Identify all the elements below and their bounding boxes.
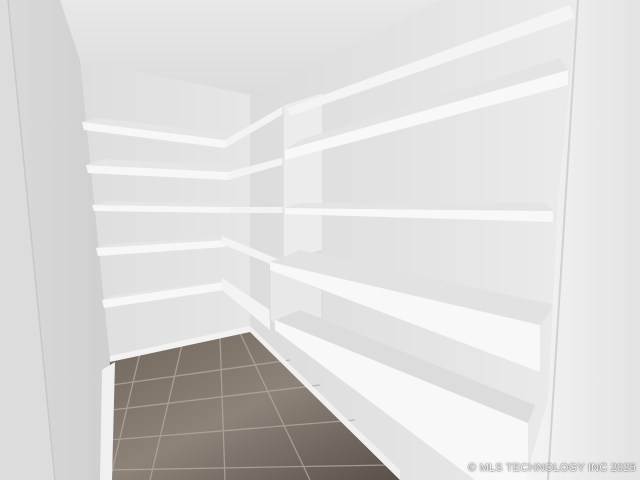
watermark-text: © MLS TECHNOLOGY INC 2025 — [468, 462, 636, 474]
shelf-divider-panel — [282, 91, 324, 263]
pantry-photo: © MLS TECHNOLOGY INC 2025 — [0, 0, 640, 480]
